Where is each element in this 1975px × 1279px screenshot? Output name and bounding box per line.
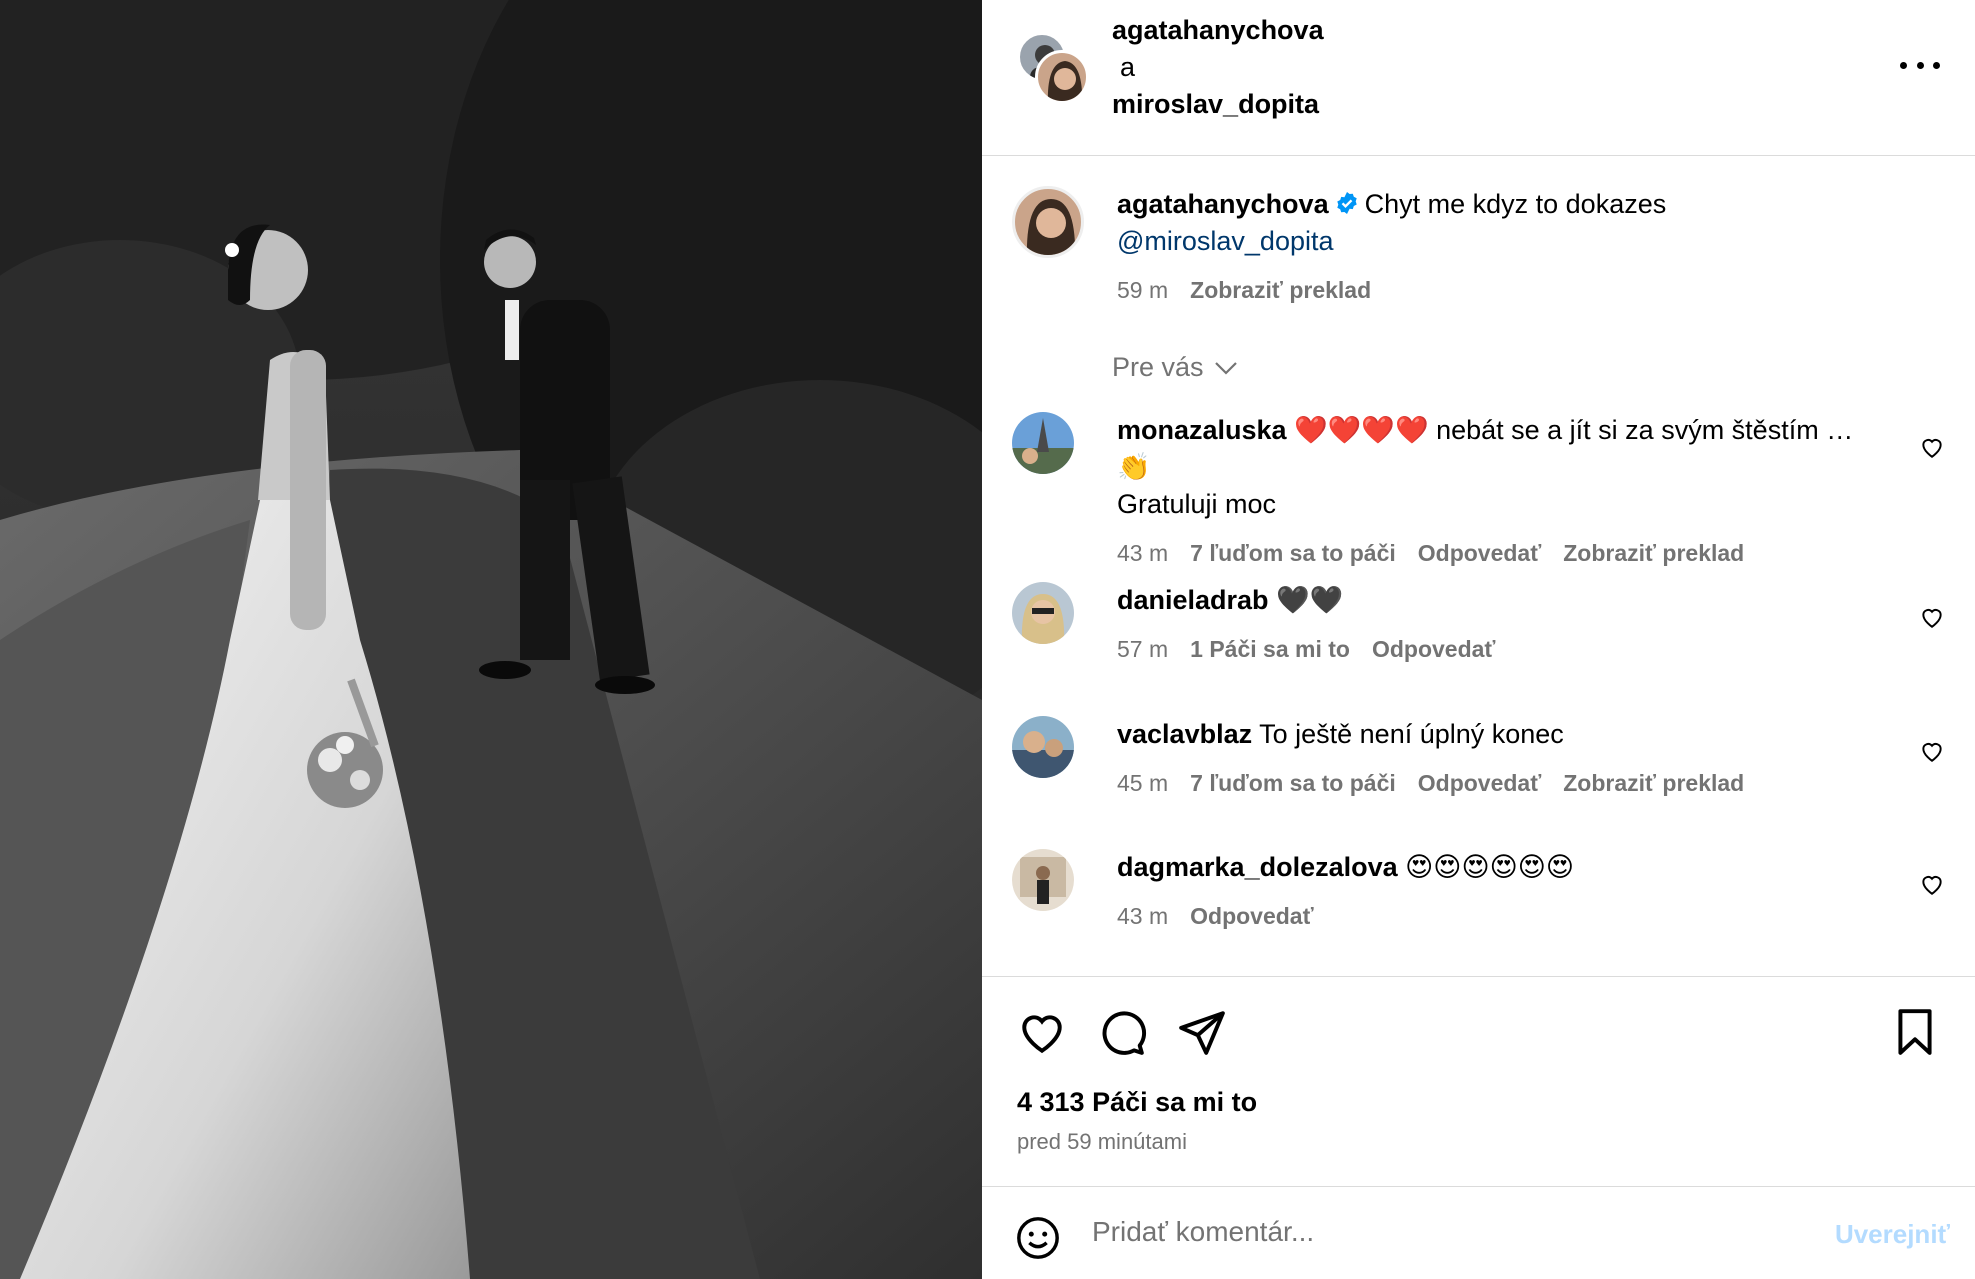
comment-input[interactable] bbox=[1092, 1207, 1792, 1257]
post-detail-panel: agatahanychova a miroslav_dopita agataha… bbox=[982, 0, 1975, 1279]
comment-username[interactable]: vaclavblaz bbox=[1117, 719, 1252, 749]
more-horizontal-icon[interactable] bbox=[1900, 50, 1940, 80]
like-comment-heart-icon[interactable] bbox=[1919, 871, 1945, 897]
avatar[interactable] bbox=[1012, 186, 1084, 258]
comment-filter[interactable]: Pre vás bbox=[1112, 352, 1238, 383]
like-count[interactable]: 4 313 Páči sa mi to bbox=[1017, 1087, 1257, 1118]
comment-likes[interactable]: 7 ľuďom sa to páči bbox=[1190, 540, 1396, 566]
post-photo[interactable] bbox=[0, 0, 982, 1279]
comment-time[interactable]: 45 m bbox=[1117, 770, 1168, 796]
caption-username[interactable]: agatahanychova bbox=[1117, 189, 1329, 219]
like-heart-icon[interactable] bbox=[1017, 1007, 1067, 1057]
collab-usernames: agatahanychova a miroslav_dopita bbox=[1112, 12, 1324, 123]
like-comment-heart-icon[interactable] bbox=[1919, 434, 1945, 460]
comment: vaclavblaz To ještě není úplný konec 45 … bbox=[1012, 716, 1945, 816]
header-username-1[interactable]: agatahanychova bbox=[1112, 12, 1324, 49]
reply-button[interactable]: Odpovedať bbox=[1372, 636, 1495, 662]
avatar[interactable] bbox=[1012, 849, 1074, 911]
comment: monazaluska ❤️❤️❤️❤️ nebát se a jít si z… bbox=[1012, 412, 1945, 566]
comment-time[interactable]: 57 m bbox=[1117, 636, 1168, 662]
comment-filter-label: Pre vás bbox=[1112, 352, 1204, 382]
comment-username[interactable]: dagmarka_dolezalova bbox=[1117, 852, 1398, 882]
like-comment-heart-icon[interactable] bbox=[1919, 738, 1945, 764]
comment-time[interactable]: 43 m bbox=[1117, 540, 1168, 566]
reply-button[interactable]: Odpovedať bbox=[1418, 770, 1541, 796]
avatar-agata[interactable] bbox=[1035, 50, 1089, 104]
caption-mention[interactable]: @miroslav_dopita bbox=[1117, 226, 1334, 256]
verified-badge-icon bbox=[1336, 192, 1357, 214]
translate-button[interactable]: Zobraziť preklad bbox=[1563, 540, 1744, 566]
comment: danieladrab 🖤🖤 57 m 1 Páči sa mi to Odpove… bbox=[1012, 582, 1945, 682]
caption-time[interactable]: 59 m bbox=[1117, 277, 1168, 303]
reply-button[interactable]: Odpovedať bbox=[1190, 903, 1313, 929]
share-send-icon[interactable] bbox=[1177, 1007, 1227, 1057]
post-actions: 4 313 Páči sa mi to pred 59 minútami bbox=[982, 976, 1975, 1186]
avatar[interactable] bbox=[1012, 582, 1074, 644]
comment-bubble-icon[interactable] bbox=[1097, 1007, 1147, 1057]
chevron-down-icon bbox=[1214, 361, 1237, 375]
comment-bar: Uverejniť bbox=[982, 1186, 1975, 1279]
caption: agatahanychova Chyt me kdyz to dokazes @m… bbox=[1012, 186, 1945, 306]
translate-button[interactable]: Zobraziť preklad bbox=[1563, 770, 1744, 796]
like-comment-heart-icon[interactable] bbox=[1919, 604, 1945, 630]
comment-time[interactable]: 43 m bbox=[1117, 903, 1168, 929]
comment-username[interactable]: danieladrab bbox=[1117, 585, 1269, 615]
post-timestamp[interactable]: pred 59 minútami bbox=[1017, 1129, 1187, 1155]
comment-likes[interactable]: 1 Páči sa mi to bbox=[1190, 636, 1350, 662]
comment-text: To ještě není úplný konec bbox=[1259, 719, 1564, 749]
header-connector: a bbox=[1120, 52, 1136, 82]
bookmark-icon[interactable] bbox=[1890, 1007, 1940, 1057]
avatar[interactable] bbox=[1012, 716, 1074, 778]
comment-likes[interactable]: 7 ľuďom sa to páči bbox=[1190, 770, 1396, 796]
caption-translate[interactable]: Zobraziť preklad bbox=[1190, 277, 1371, 303]
caption-text: Chyt me kdyz to dokazes bbox=[1364, 189, 1667, 219]
comment-text: 😍😍😍😍😍😍 bbox=[1405, 852, 1575, 882]
comment-username[interactable]: monazaluska bbox=[1117, 415, 1287, 445]
reply-button[interactable]: Odpovedať bbox=[1418, 540, 1541, 566]
post-header: agatahanychova a miroslav_dopita bbox=[982, 0, 1975, 156]
post-comment-button[interactable]: Uverejniť bbox=[1835, 1219, 1950, 1250]
avatar[interactable] bbox=[1012, 412, 1074, 474]
emoji-smile-icon[interactable] bbox=[1015, 1215, 1061, 1261]
header-username-2[interactable]: miroslav_dopita bbox=[1112, 86, 1324, 123]
comment-text: 🖤🖤 bbox=[1276, 585, 1344, 615]
comments-scroll[interactable]: agatahanychova Chyt me kdyz to dokazes @m… bbox=[982, 156, 1975, 976]
comment-text-line2: Gratuluji moc bbox=[1117, 489, 1277, 519]
comment: dagmarka_dolezalova 😍😍😍😍😍😍 43 m Odpovedať bbox=[1012, 849, 1945, 949]
collab-avatars[interactable] bbox=[1017, 32, 1089, 104]
